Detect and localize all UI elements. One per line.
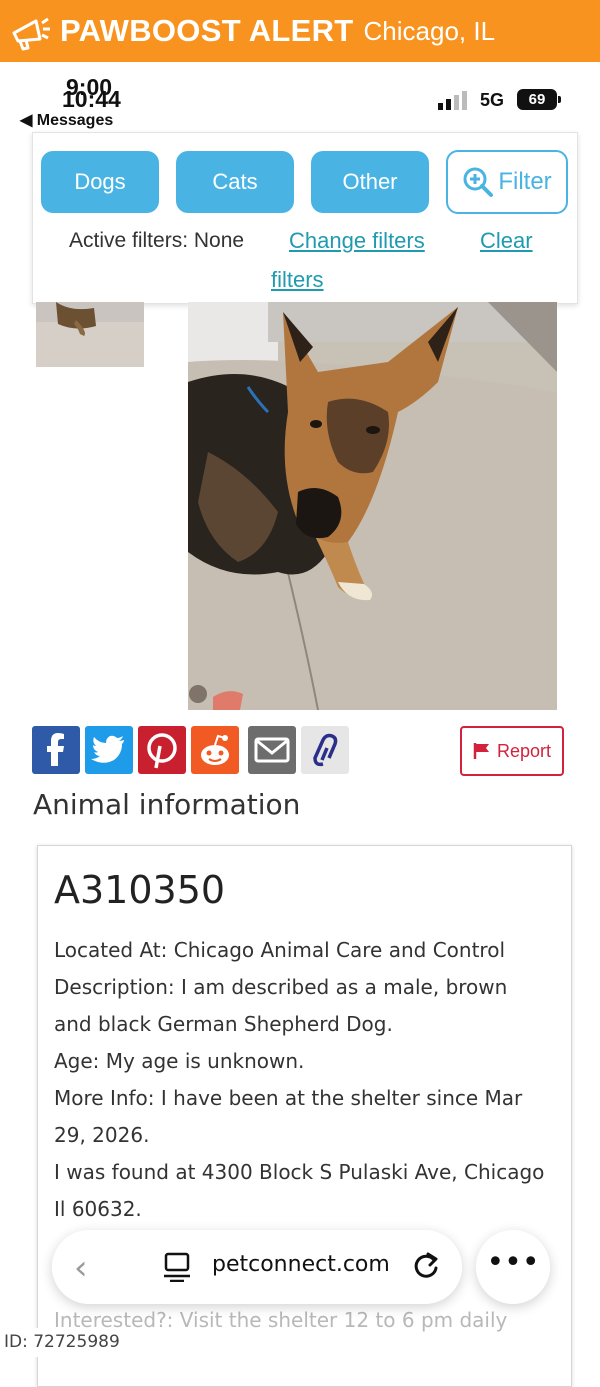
clear-filters-link[interactable]: Clear [480, 228, 533, 254]
share-reddit[interactable] [191, 726, 239, 774]
back-to-messages[interactable]: ◀ Messages [20, 110, 113, 130]
detail-line: Il 60632. [54, 1197, 142, 1221]
report-label: Report [496, 740, 552, 761]
network-type: 5G [480, 90, 505, 110]
status-time: 10:44 [62, 86, 121, 112]
browser-back-icon[interactable]: ‹ [74, 1248, 88, 1288]
dog-photo[interactable] [188, 302, 557, 710]
detail-line: 29, 2026. [54, 1123, 150, 1147]
detail-line: I was found at 4300 Block S Pulaski Ave,… [54, 1160, 545, 1184]
animal-info-card: A310350 Located At: Chicago Animal Care … [37, 845, 572, 1387]
reload-icon[interactable] [410, 1250, 442, 1282]
alert-location: Chicago, IL [363, 15, 496, 46]
filter-other-button[interactable]: Other [311, 151, 429, 213]
browser-more-button[interactable]: ••• [476, 1230, 550, 1304]
section-title: Animal information [33, 788, 301, 821]
alert-header: PAWBOOST ALERT Chicago, IL [0, 0, 600, 62]
signal-icon [438, 91, 467, 110]
change-filters-link[interactable]: Change filters [289, 228, 425, 254]
detail-line: Age: My age is unknown. [54, 1049, 305, 1073]
share-facebook[interactable] [32, 726, 80, 774]
detail-line-faded: Interested?: Visit the shelter 12 to 6 p… [54, 1308, 508, 1332]
status-bar: 9:00 10:44 ◀ Messages 5G 69 [0, 62, 600, 132]
filter-dogs-button[interactable]: Dogs [41, 151, 159, 213]
report-button[interactable]: Report [460, 726, 564, 776]
image-id-label: ID: 72725989 [0, 1328, 128, 1357]
pinterest-icon [138, 726, 186, 774]
clear-filters-link-continued[interactable]: filters [271, 267, 324, 293]
share-email[interactable] [248, 726, 296, 774]
battery-tip [558, 96, 561, 103]
detail-line: Located At: Chicago Animal Care and Cont… [54, 938, 505, 962]
browser-url[interactable]: petconnect.com [212, 1252, 390, 1277]
photo-thumbnail[interactable] [36, 302, 144, 367]
detail-line: More Info: I have been at the shelter si… [54, 1086, 523, 1110]
share-twitter[interactable] [85, 726, 133, 774]
detail-line: and black German Shepherd Dog. [54, 1012, 393, 1036]
filter-panel: Dogs Cats Other Filter Active filters: N… [32, 132, 578, 304]
reader-mode-icon[interactable] [164, 1252, 190, 1282]
detail-line: Description: I am described as a male, b… [54, 975, 508, 999]
link-icon [301, 726, 349, 774]
megaphone-icon [12, 17, 50, 51]
browser-url-bar[interactable]: ‹ petconnect.com [52, 1230, 462, 1304]
share-link[interactable] [301, 726, 349, 774]
twitter-icon [85, 726, 133, 774]
battery-icon: 69 [517, 89, 557, 110]
filter-button-label: Filter [498, 168, 552, 195]
filter-cats-button[interactable]: Cats [176, 151, 294, 213]
animal-id: A310350 [54, 868, 226, 912]
active-filters-label: Active filters: None [69, 229, 245, 252]
filter-button[interactable]: Filter [446, 150, 568, 214]
zoom-plus-icon [463, 167, 494, 197]
facebook-icon [32, 726, 80, 774]
flag-icon [473, 743, 489, 759]
alert-brand: PAWBOOST ALERT [60, 13, 354, 48]
email-icon [248, 726, 296, 774]
reddit-icon [191, 726, 239, 774]
share-pinterest[interactable] [138, 726, 186, 774]
